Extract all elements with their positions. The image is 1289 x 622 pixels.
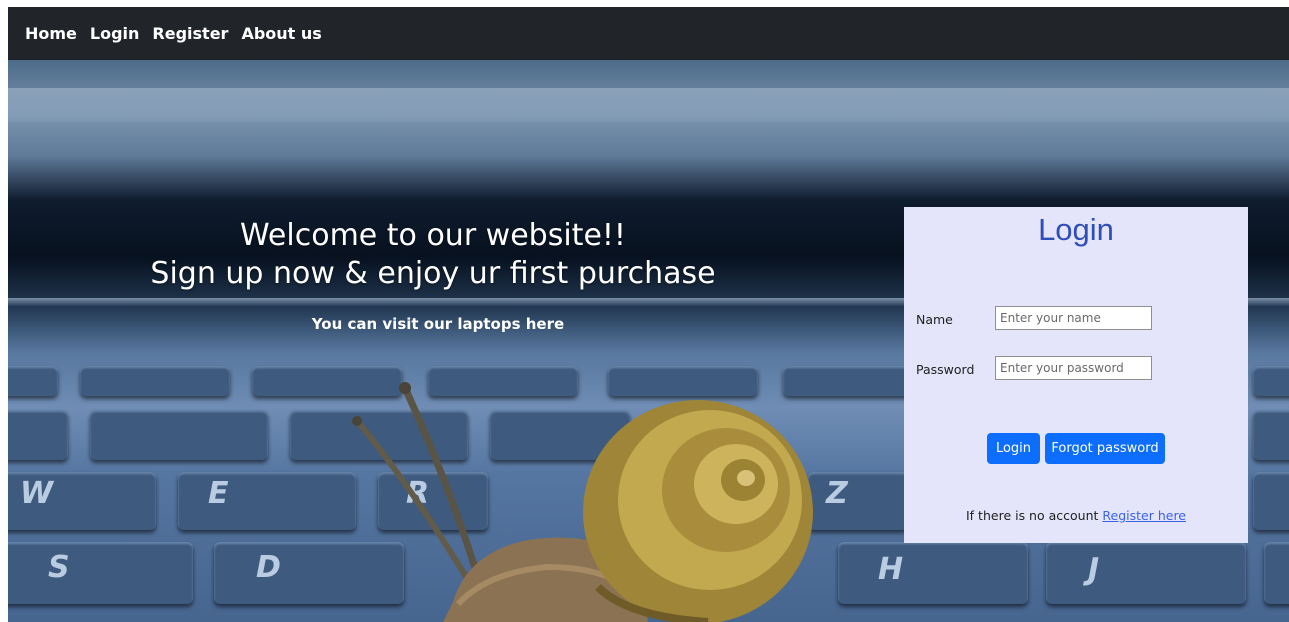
no-account-label: If there is no account [966, 508, 1099, 523]
register-here-link[interactable]: Register here [1102, 508, 1186, 523]
login-button[interactable]: Login [987, 433, 1040, 464]
laptop-screen-sheen [8, 88, 1289, 122]
top-navbar: Home Login Register About us [8, 7, 1289, 60]
headline-line-2: Sign up now & enjoy ur first purchase [150, 256, 716, 291]
key-letter-d: D [256, 550, 281, 585]
keyboard-key [1264, 542, 1289, 604]
no-account-text: If there is no account Register here [904, 508, 1248, 523]
keyboard-key [90, 410, 268, 460]
key-letter-h: H [878, 552, 904, 587]
snail-image [352, 382, 813, 622]
nav-register-link[interactable]: Register [152, 24, 228, 43]
name-input[interactable] [995, 306, 1152, 330]
password-label: Password [916, 362, 975, 377]
key-letter-e: E [208, 476, 229, 511]
login-card: Login Name Password Login Forgot passwor… [904, 207, 1248, 543]
password-input[interactable] [995, 356, 1152, 380]
keyboard-key [1046, 542, 1246, 604]
keyboard-key [80, 366, 230, 396]
welcome-headline: Welcome to our website!! Sign up now & e… [148, 217, 718, 293]
nav-login-link[interactable]: Login [90, 24, 140, 43]
key-letter-j: J [1088, 552, 1100, 587]
name-label: Name [916, 312, 953, 327]
nav-about-link[interactable]: About us [241, 24, 321, 43]
headline-line-1: Welcome to our website!! [240, 218, 626, 253]
keyboard-key [8, 366, 58, 396]
page-frame: Home Login Register About us W E R Z S D… [8, 7, 1289, 622]
login-title: Login [1038, 212, 1114, 247]
key-letter-w: W [20, 476, 54, 511]
keyboard-key [1253, 410, 1289, 460]
key-letter-s: S [48, 550, 70, 585]
visit-laptops-link[interactable]: You can visit our laptops here [238, 315, 638, 333]
keyboard-key [8, 542, 193, 604]
keyboard-key [8, 410, 68, 460]
forgot-password-button[interactable]: Forgot password [1045, 433, 1165, 464]
keyboard-key [1253, 472, 1289, 530]
nav-home-link[interactable]: Home [25, 24, 77, 43]
keyboard-key [1253, 366, 1289, 396]
keyboard-key [178, 472, 356, 530]
